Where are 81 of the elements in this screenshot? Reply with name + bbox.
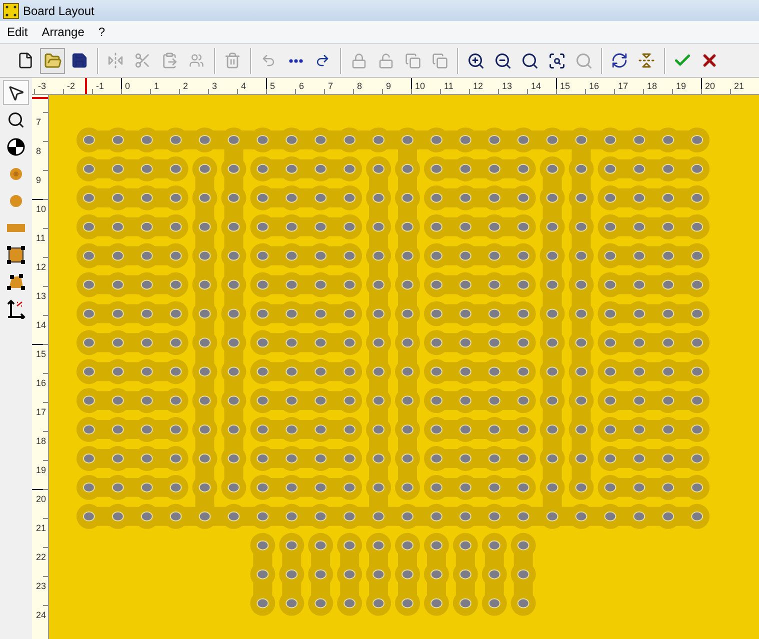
- lock-icon: [350, 52, 366, 68]
- flip-icon: [638, 52, 655, 69]
- ruler-label: -2: [66, 81, 76, 91]
- scissors-icon: [134, 52, 151, 69]
- strip-icon: [7, 224, 25, 232]
- cursor-marker: [85, 78, 87, 94]
- ruler-label: 15: [35, 348, 48, 359]
- pad-icon: [9, 194, 23, 208]
- ruler-label: 12: [472, 81, 484, 91]
- ruler-label: 17: [617, 81, 628, 91]
- ruler-label: 2: [182, 81, 188, 91]
- menu-item[interactable]: Arrange: [34, 25, 92, 39]
- ruler-label: 21: [733, 81, 744, 91]
- ruler-label: 10: [35, 203, 48, 214]
- ruler-label: 13: [35, 290, 48, 301]
- ruler-label: 11: [35, 232, 46, 243]
- zoom-icon: [520, 52, 538, 70]
- folder-icon: [44, 52, 62, 70]
- ruler-label: 9: [35, 174, 42, 185]
- unlock-icon: [378, 52, 394, 68]
- ruler-label: 23: [35, 580, 48, 591]
- target-icon: [7, 138, 25, 156]
- magnifier-icon: [7, 110, 25, 128]
- ruler-label: 19: [675, 81, 686, 91]
- paste-icon: [161, 52, 178, 69]
- ruler-label: 0: [124, 81, 130, 91]
- ruler-label: 4: [240, 81, 246, 91]
- ruler-label: 7: [35, 116, 42, 127]
- new-file-icon: [17, 52, 34, 69]
- menu-item[interactable]: Edit: [0, 25, 35, 39]
- ruler-label: 11: [443, 81, 454, 91]
- ruler-label: 20: [704, 81, 716, 91]
- ruler-label: 16: [35, 377, 48, 388]
- ruler-label: 14: [35, 319, 48, 330]
- dimension-icon: [6, 298, 26, 318]
- ruler-label: 13: [501, 81, 512, 91]
- ruler-label: 6: [298, 81, 304, 91]
- mirror-icon: [107, 52, 124, 69]
- app-icon: [3, 2, 19, 18]
- ruler-label: 14: [530, 81, 542, 91]
- ruler-label: 19: [35, 464, 48, 475]
- menu-item[interactable]: ?: [91, 25, 112, 39]
- ruler-label: 9: [385, 81, 392, 91]
- ring-pad-icon: [9, 166, 23, 180]
- ruler-label: 5: [269, 81, 276, 91]
- people-icon: [189, 53, 204, 68]
- trash-icon: [224, 52, 241, 69]
- redo-icon: [315, 53, 330, 68]
- zoom-out-icon: [494, 52, 512, 70]
- dots-icon: [288, 58, 302, 62]
- ruler-label: 8: [356, 81, 362, 91]
- tool-button[interactable]: [3, 80, 29, 105]
- ruler-label: -3: [37, 81, 46, 91]
- zoom-area-icon: [548, 52, 566, 70]
- pointer-icon: [7, 84, 25, 102]
- ruler-label: 15: [559, 81, 570, 91]
- ruler-label: 17: [35, 406, 48, 417]
- ruler-label: 22: [35, 551, 48, 562]
- layers-icon: [404, 52, 420, 68]
- undo-icon: [261, 53, 276, 68]
- ruler-label: 10: [414, 81, 426, 91]
- window-title: Board Layout: [23, 4, 94, 18]
- ruler-label: 8: [35, 145, 42, 156]
- polygon-icon: [7, 274, 25, 290]
- ruler-label: 7: [327, 81, 334, 91]
- ruler-label: 1: [153, 81, 160, 91]
- rectangle-icon: [7, 246, 25, 264]
- ruler-label: -1: [95, 81, 104, 91]
- ruler-label: 12: [35, 261, 48, 272]
- ruler-label: 21: [35, 522, 48, 533]
- ruler-label: 20: [35, 493, 48, 504]
- zoom-icon: [574, 52, 592, 70]
- ruler-label: 3: [211, 81, 218, 91]
- ruler-label: 16: [588, 81, 600, 91]
- ruler-label: 18: [35, 435, 48, 446]
- ruler-label: 24: [35, 609, 48, 620]
- layers-icon: [432, 52, 448, 68]
- rotate-icon: [611, 52, 628, 69]
- ruler-label: 18: [646, 81, 658, 91]
- zoom-in-icon: [466, 52, 484, 70]
- cursor-marker: [32, 97, 48, 99]
